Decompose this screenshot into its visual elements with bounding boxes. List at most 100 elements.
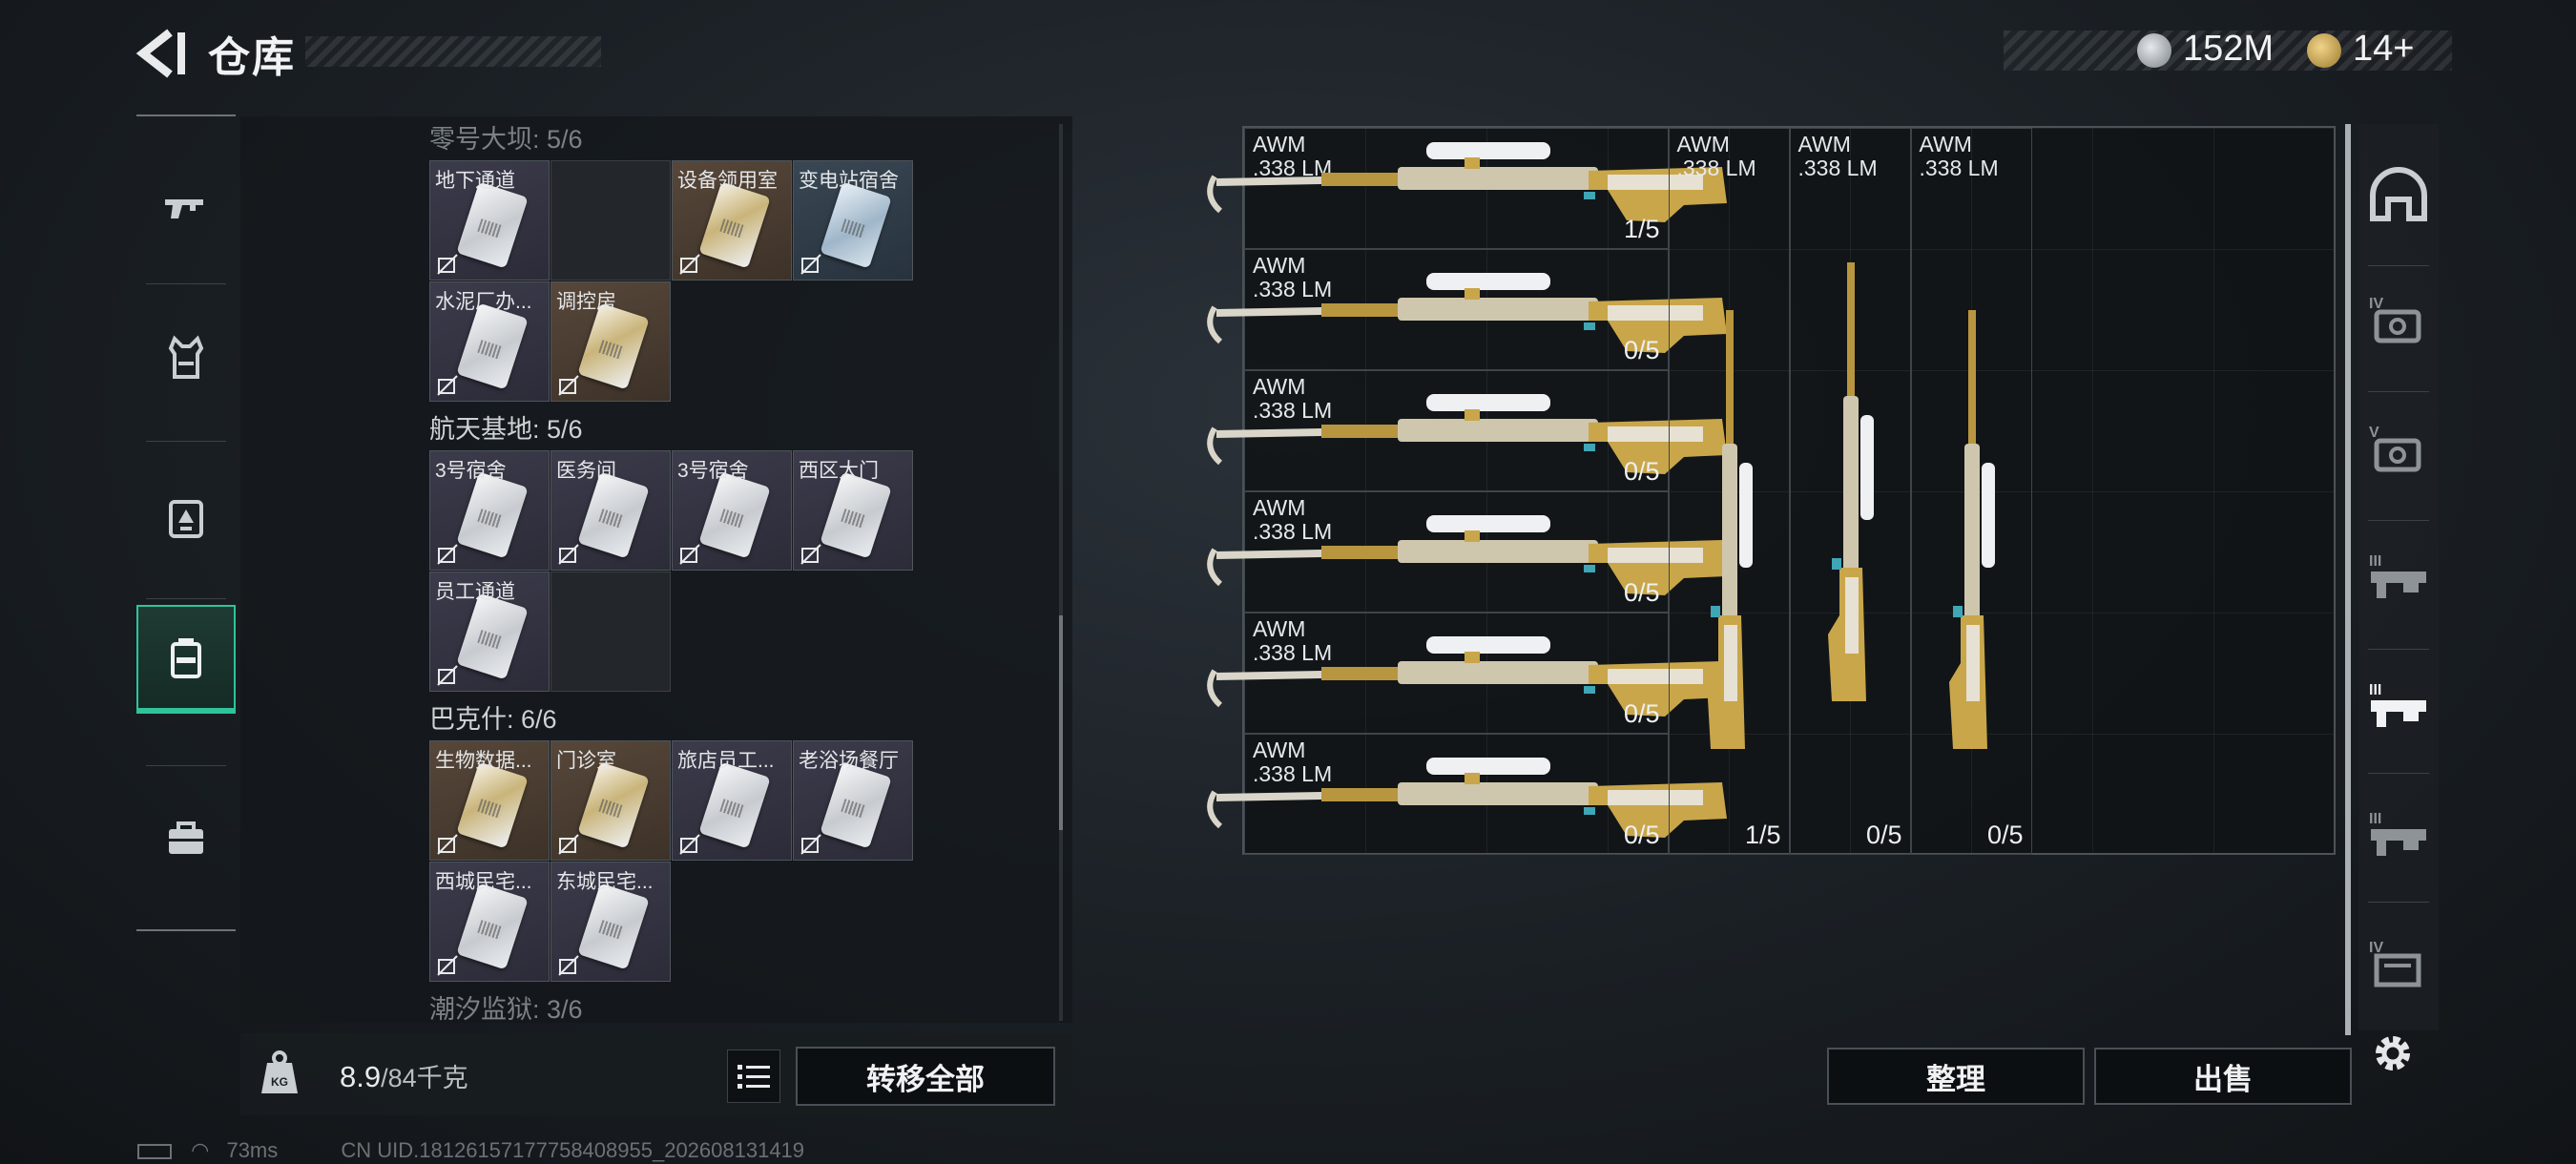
key-item[interactable]: 变电站宿舍: [793, 160, 913, 281]
nav-item-tools[interactable]: [136, 786, 236, 891]
key-item-label: 西区大门: [799, 460, 879, 482]
medkit-icon: [169, 500, 203, 538]
no-trade-icon: [558, 375, 579, 396]
weapon-slot-awm[interactable]: AWM .338 LM 0/5: [1207, 491, 1727, 613]
key-slot-empty[interactable]: [551, 572, 671, 692]
key-item[interactable]: 西城民宅...: [429, 862, 550, 982]
no-trade-icon: [800, 254, 821, 275]
keycard-icon: [820, 471, 892, 559]
list-icon: [737, 1065, 770, 1089]
nav-item-keys[interactable]: [136, 605, 236, 710]
weapon-slot-awm[interactable]: AWM .338 LM 0/5: [1207, 613, 1727, 734]
no-trade-icon: [558, 955, 579, 976]
no-trade-icon: [437, 955, 458, 976]
weapon-label: AWM .338 LM: [1920, 133, 1999, 180]
key-item-label: 调控房: [556, 291, 616, 313]
back-button[interactable]: [134, 27, 191, 80]
no-trade-icon: [437, 834, 458, 855]
key-item-label: 地下通道: [435, 170, 515, 192]
group-title-bakhsh: 巴克什: 6/6: [429, 705, 557, 734]
keycard-icon: [456, 181, 529, 269]
key-item[interactable]: 地下通道: [429, 160, 550, 281]
key-item[interactable]: 员工通道: [429, 572, 550, 692]
filter-rig-iii[interactable]: III: [2358, 515, 2439, 639]
weapon-durability-count: 0/5: [1623, 457, 1660, 486]
no-trade-icon: [558, 834, 579, 855]
weapon-slot-awm-vertical[interactable]: AWM .338 LM 1/5: [1668, 128, 1790, 855]
keycard-icon: [456, 761, 529, 849]
key-scrollbar[interactable]: [1059, 124, 1063, 1021]
key-item-label: 门诊室: [556, 750, 616, 772]
no-trade-icon: [679, 544, 700, 565]
storage-scrollbar-thumb[interactable]: [2345, 124, 2351, 1035]
sort-button[interactable]: 整理: [1827, 1048, 2085, 1105]
nav-item-vest[interactable]: [136, 305, 236, 410]
weapon-durability-count: 1/5: [1623, 215, 1660, 243]
settings-gear-button[interactable]: [2368, 1029, 2418, 1078]
keycard-icon: [698, 761, 771, 849]
svg-text:IV: IV: [2369, 296, 2383, 312]
weapon-slot-awm[interactable]: AWM .338 LM 0/5: [1207, 249, 1727, 370]
weapon-name: AWM: [1797, 132, 1851, 156]
nav-item-weapons[interactable]: [136, 156, 236, 261]
keycard-icon: [577, 883, 650, 970]
rig-iii-alt-icon: III: [2369, 811, 2426, 856]
nav-item-medical[interactable]: [136, 465, 236, 570]
armor-iv-icon: IV: [2369, 296, 2421, 343]
key-item-label: 水泥厂办...: [435, 291, 532, 313]
awm-rifle-icon: [1207, 273, 1727, 353]
wifi-icon: ◠: [191, 1138, 210, 1162]
key-item[interactable]: 水泥厂办...: [429, 281, 550, 402]
sell-button[interactable]: 出售: [2094, 1048, 2352, 1105]
key-item-label: 变电站宿舍: [799, 170, 899, 192]
awm-rifle-icon: [1207, 142, 1727, 222]
gun-icon: [165, 199, 203, 218]
svg-text:V: V: [2369, 425, 2379, 441]
gear-icon: [2376, 1036, 2410, 1070]
key-item[interactable]: 3号宿舍: [429, 450, 550, 571]
weapon-slot-awm-vertical[interactable]: AWM .338 LM 0/5: [1789, 128, 1911, 855]
key-item[interactable]: 医务间: [551, 450, 671, 571]
filter-helmet[interactable]: [2358, 134, 2439, 258]
key-item[interactable]: 3号宿舍: [672, 450, 792, 571]
filter-armor-iv[interactable]: IV: [2358, 258, 2439, 382]
keycard-icon: [456, 883, 529, 970]
key-slot-empty[interactable]: [551, 160, 671, 281]
group-title-dam: 零号大坝: 5/6: [429, 125, 583, 154]
awm-rifle-icon: [1948, 310, 1995, 749]
list-view-button[interactable]: [727, 1050, 780, 1103]
transfer-all-button[interactable]: 转移全部: [796, 1047, 1055, 1106]
weapon-slot-awm[interactable]: AWM .338 LM 0/5: [1207, 734, 1727, 855]
key-item[interactable]: 生物数据...: [429, 740, 550, 861]
weight-unit: 千克: [416, 1064, 468, 1092]
weapon-caliber: .338 LM: [1919, 156, 1999, 180]
key-item[interactable]: 旅店员工...: [672, 740, 792, 861]
svg-text:III: III: [2369, 682, 2381, 698]
filter-rig-iv[interactable]: IV: [2358, 902, 2439, 1026]
key-item[interactable]: 东城民宅...: [551, 862, 671, 982]
weapon-slot-awm[interactable]: AWM .338 LM 1/5: [1207, 128, 1727, 249]
filter-rig-iii-active[interactable]: III: [2358, 644, 2439, 768]
keycard-icon: [577, 471, 650, 559]
back-arrow-icon: [135, 29, 185, 78]
no-trade-icon: [437, 375, 458, 396]
awm-rifle-icon: [1207, 515, 1727, 595]
awm-rifle-icon: [1706, 310, 1753, 749]
key-item[interactable]: 设备领用室: [672, 160, 792, 281]
key-item[interactable]: 门诊室: [551, 740, 671, 861]
key-item-label: 设备领用室: [677, 170, 778, 192]
key-item-label: 3号宿舍: [435, 460, 507, 482]
awm-rifle-icon: [1207, 758, 1727, 838]
keycard-icon: [820, 761, 892, 849]
key-item[interactable]: 老浴场餐厅: [793, 740, 913, 861]
key-item[interactable]: 调控房: [551, 281, 671, 402]
weapon-slot-awm-vertical[interactable]: AWM .338 LM 0/5: [1910, 128, 2032, 855]
rig-iv-icon: IV: [2369, 940, 2421, 987]
svg-text:IV: IV: [2369, 940, 2383, 956]
key-item[interactable]: 西区大门: [793, 450, 913, 571]
filter-armor-v[interactable]: V: [2358, 386, 2439, 510]
weapon-slot-awm[interactable]: AWM .338 LM 0/5: [1207, 370, 1727, 491]
key-scrollbar-thumb[interactable]: [1059, 615, 1063, 830]
filter-rig-iii-alt[interactable]: III: [2358, 773, 2439, 897]
weapon-label: AWM .338 LM: [1677, 133, 1756, 180]
